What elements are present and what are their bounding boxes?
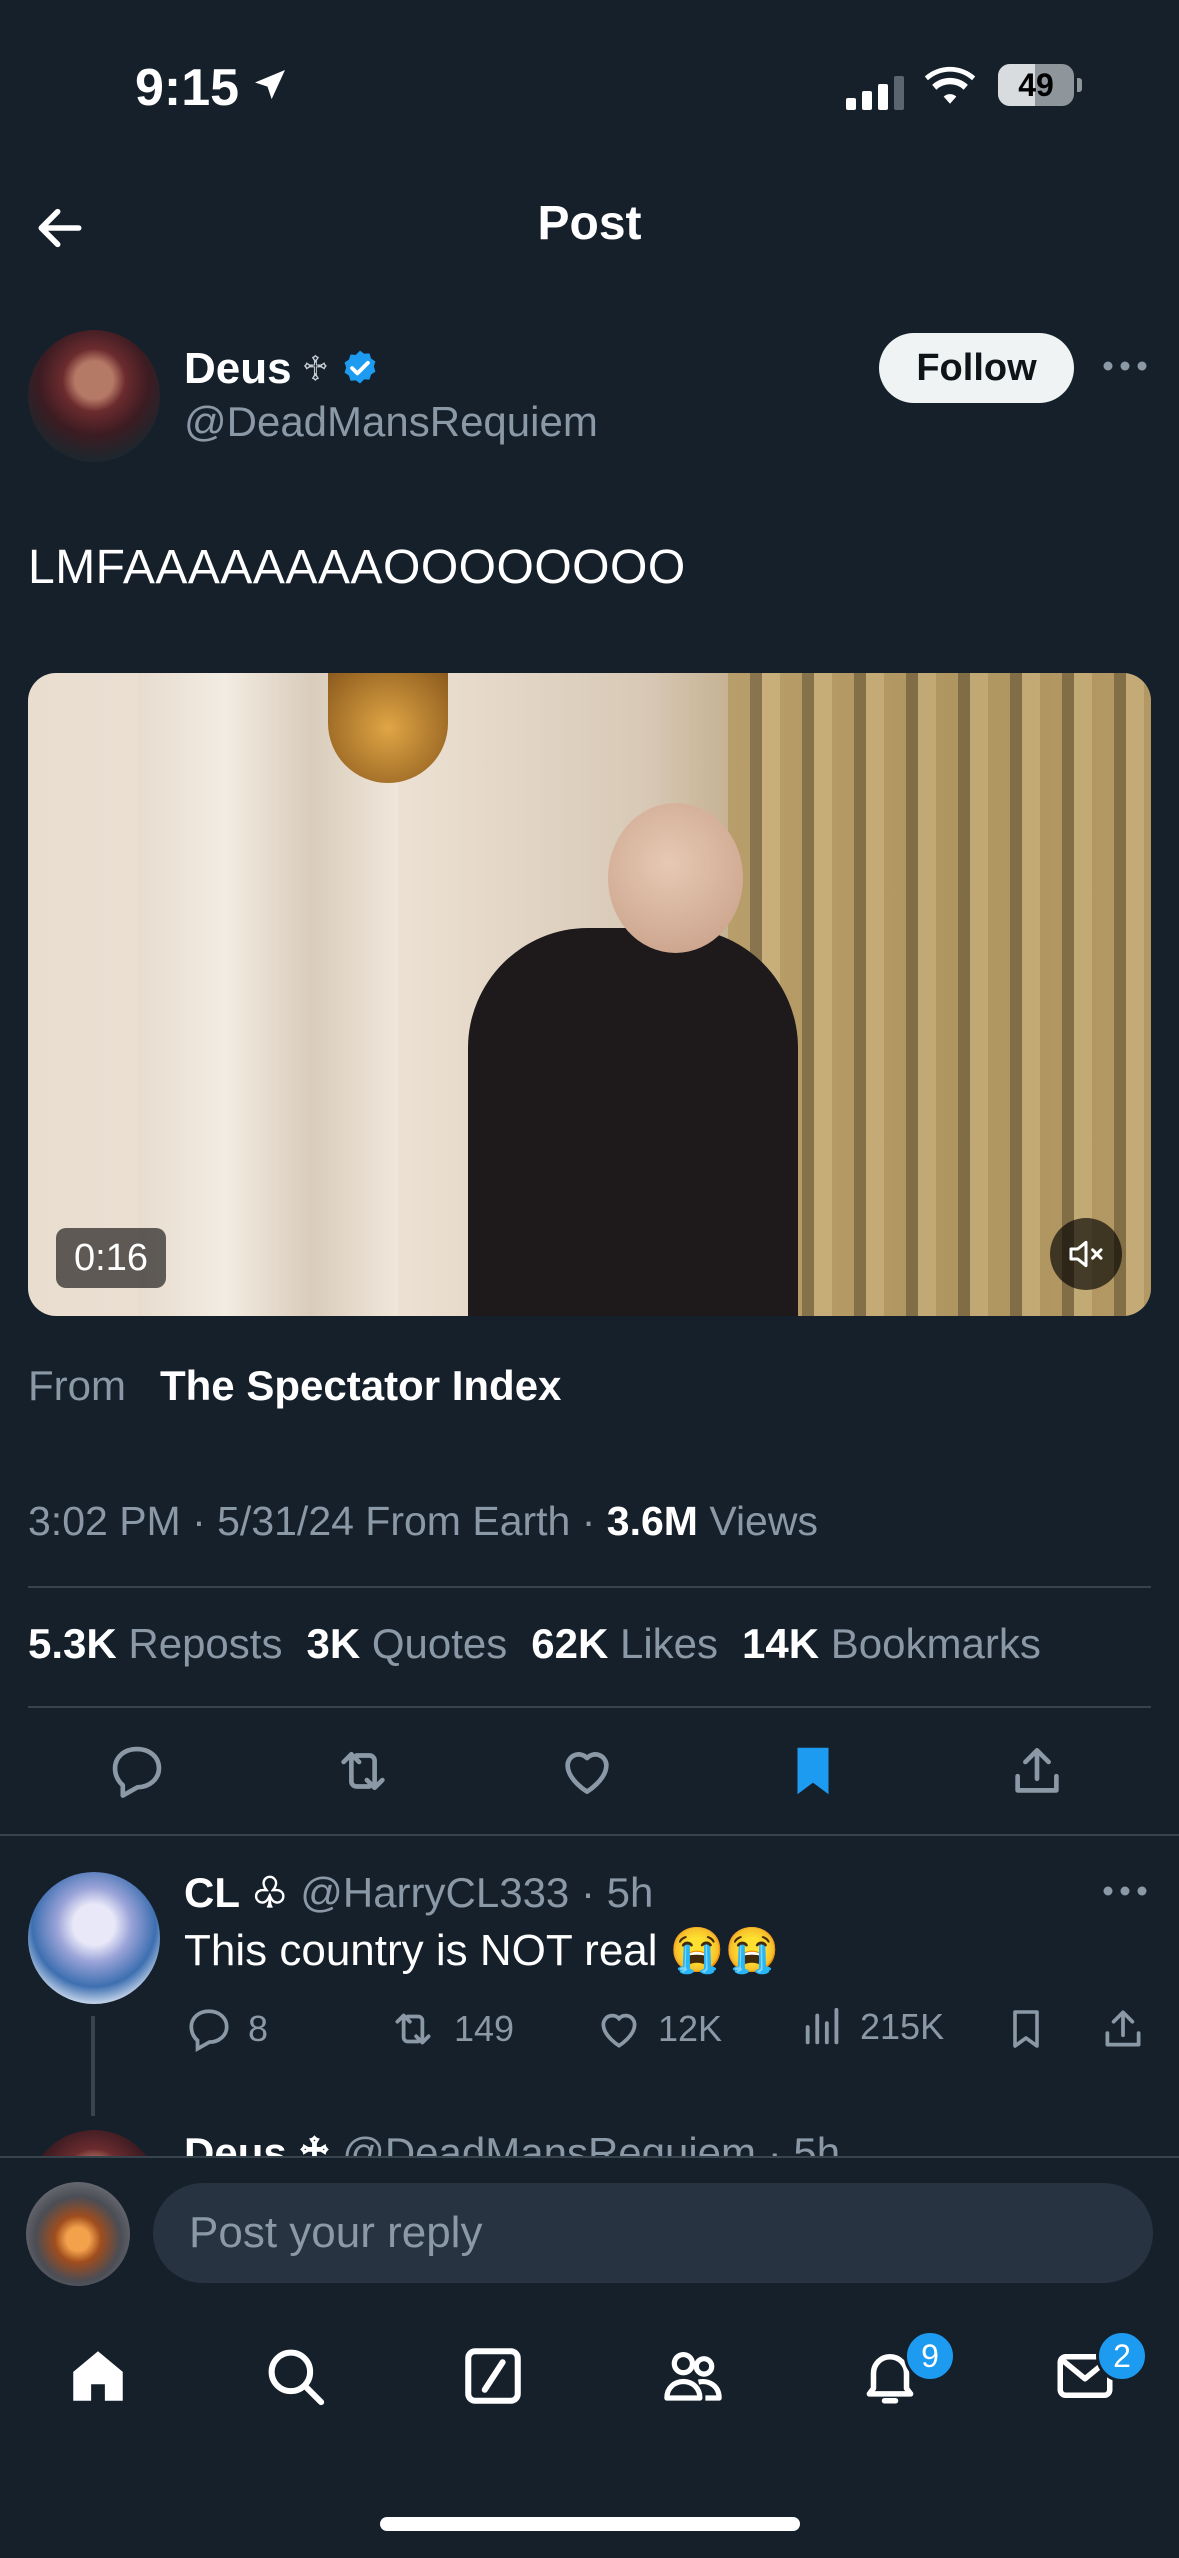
bookmark-icon[interactable] (782, 1740, 844, 1802)
search-icon[interactable] (262, 2343, 328, 2409)
reply-reposts-count: 149 (454, 2008, 515, 2049)
like-heart-icon[interactable] (556, 1740, 618, 1802)
video-duration: 0:16 (56, 1228, 166, 1288)
reply-replies-action[interactable]: 8 (184, 2004, 268, 2054)
reply-repost-action[interactable]: 149 (386, 2004, 514, 2054)
follow-button[interactable]: Follow (879, 333, 1074, 403)
reply-comment-icon (189, 2009, 229, 2052)
post-video[interactable]: 0:16 (28, 673, 1151, 1316)
speaker-muted-icon (1069, 1240, 1103, 1268)
battery-nub (1077, 78, 1082, 92)
post-timestamp: 3:02 PM · 5/31/24 From Earth · (28, 1498, 607, 1544)
reply-handle: @HarryCL333 · 5h (288, 1869, 654, 1916)
divider (28, 1706, 1151, 1708)
messages-badge: 2 (1096, 2330, 1148, 2382)
reply-heart-icon (601, 2013, 637, 2048)
repost-icon[interactable] (330, 1740, 396, 1802)
wifi-icon (924, 66, 976, 108)
views-label: Views (697, 1498, 818, 1544)
status-time: 9:15 (135, 59, 240, 117)
author-name-suffix: ♱ (301, 348, 330, 389)
author-name-text: Deus (184, 344, 292, 393)
home-indicator (380, 2517, 800, 2531)
views-chart-icon (805, 2007, 839, 2045)
more-options-icon[interactable] (1102, 360, 1148, 372)
from-label: From (28, 1362, 126, 1409)
communities-icon[interactable] (657, 2343, 729, 2409)
reply-replies-count: 8 (248, 2008, 269, 2049)
stat-likes[interactable]: 62K Likes (531, 1620, 718, 1668)
thread-line (91, 2016, 95, 2116)
divider (0, 1834, 1179, 1836)
post-stats: 5.3K Reposts 3K Quotes 62K Likes 14K Boo… (28, 1620, 1065, 1668)
reply-views-count: 215K (860, 2006, 945, 2047)
battery-indicator: 49 (998, 64, 1074, 106)
reply-more-icon[interactable] (1102, 1885, 1148, 1897)
author-name[interactable]: Deus ♱ (184, 344, 381, 394)
reply-text: This country is NOT real 😭😭 (184, 1926, 780, 1975)
page-title: Post (537, 197, 642, 250)
mute-toggle[interactable] (1050, 1218, 1122, 1290)
reply-header[interactable]: CL ♧ @HarryCL333 · 5h (184, 1868, 653, 1917)
author-handle[interactable]: @DeadMansRequiem (184, 398, 598, 446)
stat-reposts[interactable]: 5.3K Reposts (28, 1620, 282, 1668)
views-count: 3.6M (606, 1498, 698, 1544)
grok-icon[interactable] (460, 2343, 526, 2409)
source-link[interactable]: The Spectator Index (160, 1362, 561, 1410)
cellular-signal-icon (846, 76, 904, 110)
video-frame-person (468, 928, 798, 1316)
post-meta: 3:02 PM · 5/31/24 From Earth · 3.6M View… (28, 1498, 818, 1545)
divider (28, 1586, 1151, 1588)
notifications-badge: 9 (904, 2330, 956, 2382)
reply-icon[interactable] (106, 1740, 168, 1802)
stat-quotes[interactable]: 3K Quotes (306, 1620, 507, 1668)
reply-avatar[interactable] (28, 1872, 160, 2004)
verified-badge-icon (339, 348, 381, 390)
share-icon[interactable] (1006, 1740, 1068, 1802)
stat-bookmarks[interactable]: 14K Bookmarks (742, 1620, 1041, 1668)
location-arrow-icon (250, 64, 290, 106)
reply-views-action[interactable]: 215K (800, 2004, 944, 2050)
home-icon[interactable] (65, 2343, 131, 2409)
reply-input[interactable] (153, 2183, 1153, 2283)
video-frame-person-head (608, 803, 743, 953)
current-user-avatar[interactable] (26, 2182, 130, 2286)
reply-share-icon[interactable] (1098, 2004, 1148, 2054)
video-frame-chandelier (328, 673, 448, 783)
post-text: LMFAAAAAAAAOOOOOOOO (28, 541, 686, 594)
reply-like-action[interactable]: 12K (594, 2004, 722, 2054)
reply-repost-icon (395, 2013, 431, 2045)
reply-bookmark-icon[interactable] (1002, 2004, 1050, 2054)
author-avatar[interactable] (28, 330, 160, 462)
reply-likes-count: 12K (658, 2008, 723, 2049)
reply-name: CL ♧ (184, 1869, 289, 1916)
